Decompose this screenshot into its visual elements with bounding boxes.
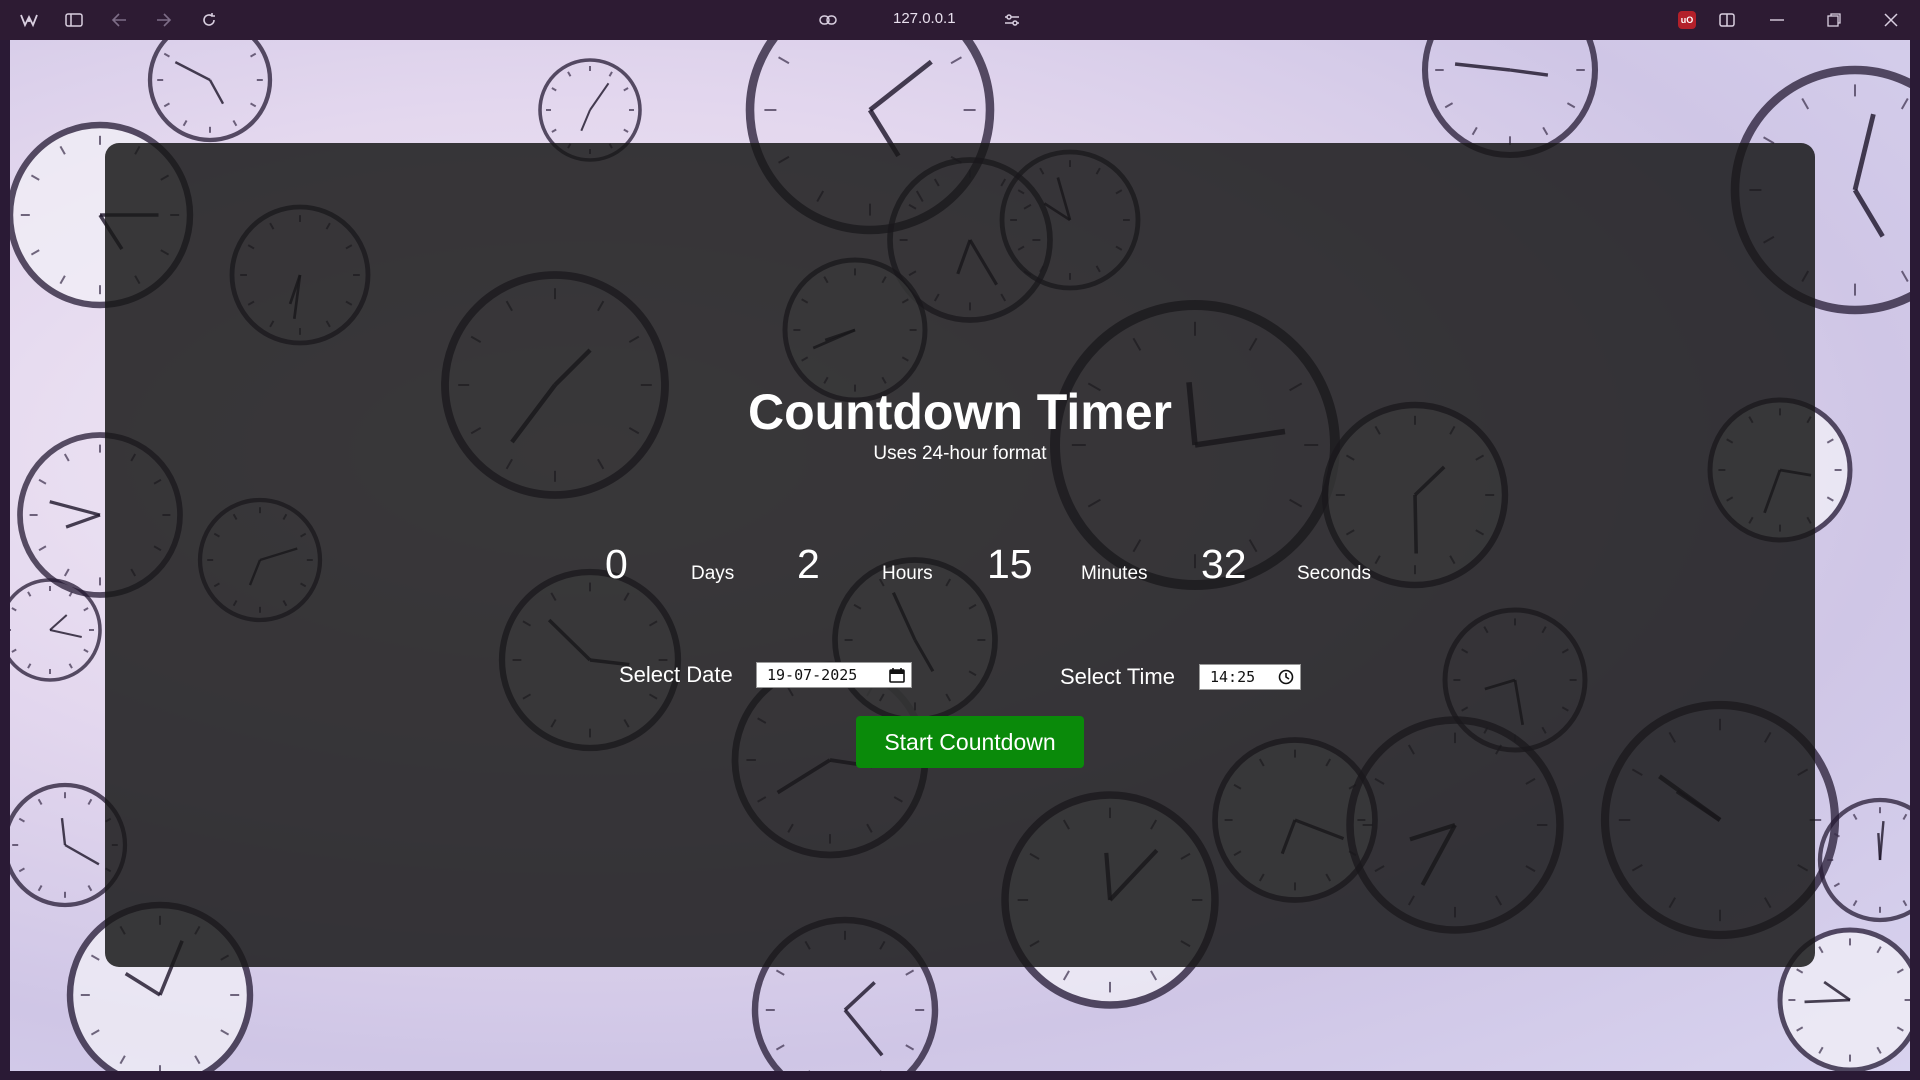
close-icon[interactable] xyxy=(1880,9,1902,31)
site-settings-icon[interactable] xyxy=(1001,9,1023,31)
date-label: Select Date xyxy=(619,662,733,687)
split-view-icon[interactable] xyxy=(1716,9,1738,31)
page-viewport: Countdown Timer Uses 24-hour format 0 Da… xyxy=(10,40,1910,1071)
hours-label: Hours xyxy=(882,563,933,584)
back-icon[interactable] xyxy=(108,9,130,31)
hours-value: 2 xyxy=(797,541,820,587)
reload-icon[interactable] xyxy=(198,9,220,31)
seconds-label: Seconds xyxy=(1297,563,1371,584)
sidebar-icon[interactable] xyxy=(63,9,85,31)
browser-toolbar: 127.0.0.1 uO xyxy=(0,0,1920,40)
minimize-icon[interactable] xyxy=(1766,9,1788,31)
ublock-icon[interactable]: uO xyxy=(1676,9,1698,31)
link-icon[interactable] xyxy=(817,9,839,31)
time-input-value: 14:25 xyxy=(1210,668,1256,686)
seconds-value: 32 xyxy=(1201,541,1247,587)
page-subtitle: Uses 24-hour format xyxy=(873,443,1047,464)
minutes-value: 15 xyxy=(987,541,1033,587)
clock-icon[interactable] xyxy=(1278,669,1294,689)
time-label: Select Time xyxy=(1060,664,1175,689)
forward-icon[interactable] xyxy=(153,9,175,31)
days-value: 0 xyxy=(605,541,628,587)
date-input[interactable]: 19-07-2025 xyxy=(756,662,912,688)
countdown-panel: Countdown Timer Uses 24-hour format 0 Da… xyxy=(105,143,1815,967)
page-title: Countdown Timer xyxy=(747,384,1173,440)
browser-logo-icon[interactable] xyxy=(18,9,40,31)
days-label: Days xyxy=(691,563,735,584)
time-input[interactable]: 14:25 xyxy=(1199,664,1301,690)
start-countdown-button[interactable]: Start Countdown xyxy=(856,716,1084,768)
restore-icon[interactable] xyxy=(1823,9,1845,31)
date-input-value: 19-07-2025 xyxy=(767,666,858,684)
minutes-label: Minutes xyxy=(1081,563,1148,584)
address-bar-url[interactable]: 127.0.0.1 xyxy=(893,10,956,27)
calendar-icon[interactable] xyxy=(889,667,905,687)
